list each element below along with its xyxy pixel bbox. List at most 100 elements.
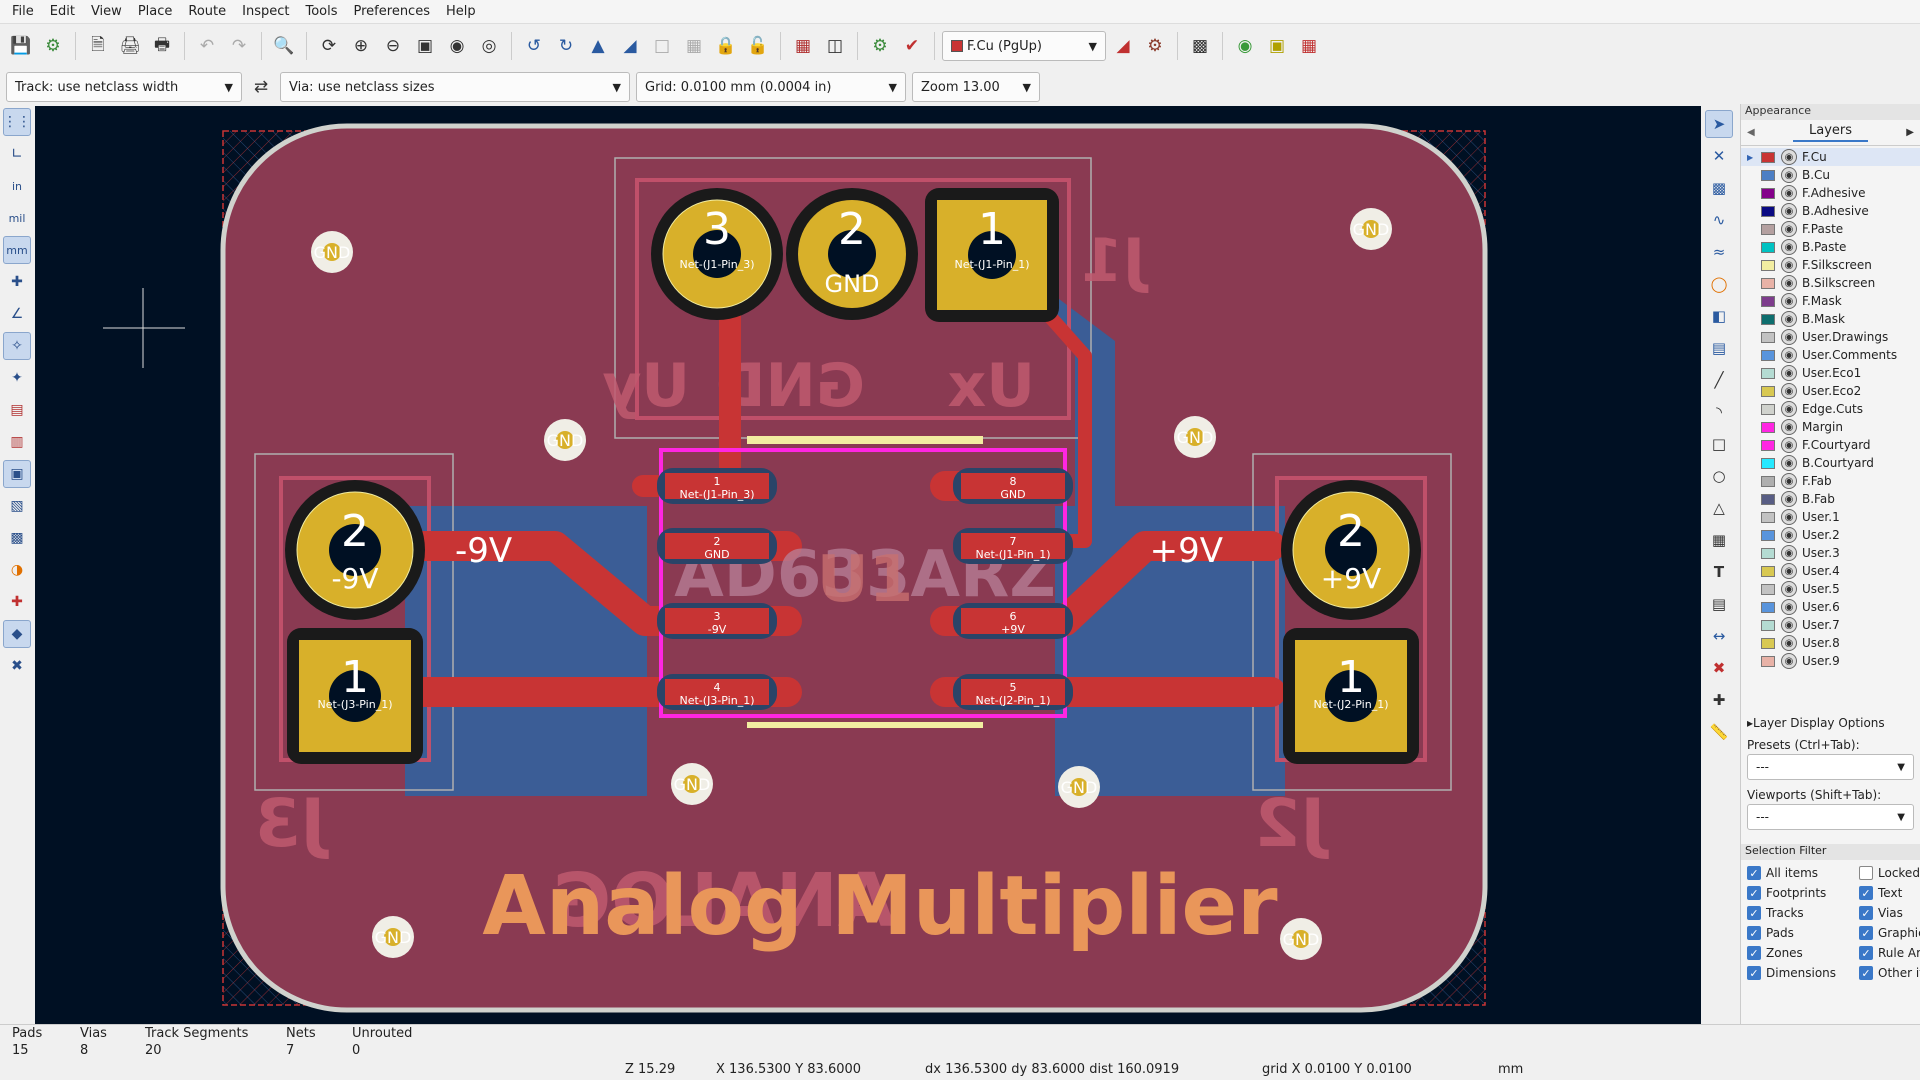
layer-row[interactable]: ◉ User.6	[1741, 598, 1920, 616]
layer-select[interactable]: F.Cu (PgUp) ▼	[942, 31, 1106, 61]
layer-row[interactable]: ◉ User.8	[1741, 634, 1920, 652]
filter-checkbox[interactable]: ✓ Other it	[1859, 964, 1920, 982]
draw-polygon-icon[interactable]: △	[1705, 494, 1733, 522]
menu-inspect[interactable]: Inspect	[234, 4, 297, 19]
plot-icon[interactable]: 🖶	[147, 31, 177, 61]
layer-row[interactable]: ◉ B.Paste	[1741, 238, 1920, 256]
route-track-icon[interactable]: ∿	[1705, 206, 1733, 234]
filter-checkbox[interactable]: ✓ Footprints	[1747, 884, 1859, 902]
net-color-icon[interactable]: ✚	[3, 588, 31, 616]
layer-color-swatch[interactable]	[1761, 349, 1775, 361]
pad-display-icon[interactable]: ▣	[3, 460, 31, 488]
layer-color-swatch[interactable]	[1761, 169, 1775, 181]
draw-arc-icon[interactable]: ◝	[1705, 398, 1733, 426]
track-width-select[interactable]: Track: use netclass width ▼	[6, 72, 242, 102]
visibility-eye-icon[interactable]: ◉	[1781, 149, 1797, 165]
select-arrow-icon[interactable]: ➤	[1705, 110, 1733, 138]
zone-outline-icon[interactable]: ▥	[3, 428, 31, 456]
units-mil-button[interactable]: mil	[3, 204, 31, 232]
lock-icon[interactable]: 🔒	[711, 31, 741, 61]
visibility-eye-icon[interactable]: ◉	[1781, 545, 1797, 561]
layer-color-swatch[interactable]	[1761, 511, 1775, 523]
unlock-icon[interactable]: 🔓	[743, 31, 773, 61]
checkbox-icon[interactable]: ✓	[1747, 946, 1761, 960]
menu-file[interactable]: File	[4, 4, 42, 19]
auto-width-icon[interactable]: ⇄	[248, 72, 274, 102]
visibility-eye-icon[interactable]: ◉	[1781, 455, 1797, 471]
visibility-eye-icon[interactable]: ◉	[1781, 383, 1797, 399]
layer-display-options[interactable]: ▸Layer Display Options	[1741, 712, 1920, 734]
via-size-select[interactable]: Via: use netclass sizes ▼	[280, 72, 630, 102]
rotate-ccw-icon[interactable]: ↺	[519, 31, 549, 61]
layer-row[interactable]: ◉ User.4	[1741, 562, 1920, 580]
tune-length-icon[interactable]: ≈	[1705, 238, 1733, 266]
layer-color-swatch[interactable]	[1761, 439, 1775, 451]
layer-color-swatch[interactable]	[1761, 241, 1775, 253]
add-image-icon[interactable]: ▦	[1705, 526, 1733, 554]
layer-color-swatch[interactable]	[1761, 187, 1775, 199]
add-zone-icon[interactable]: ◧	[1705, 302, 1733, 330]
visibility-eye-icon[interactable]: ◉	[1781, 599, 1797, 615]
grid-select[interactable]: Grid: 0.0100 mm (0.0004 in) ▼	[636, 72, 906, 102]
draw-rectangle-icon[interactable]: □	[1705, 430, 1733, 458]
angle-constraint-icon[interactable]: ∠	[3, 300, 31, 328]
measure-icon[interactable]: 📏	[1705, 718, 1733, 746]
layer-color-swatch[interactable]	[1761, 277, 1775, 289]
layer-color-swatch[interactable]	[1761, 151, 1775, 163]
filter-checkbox[interactable]: ✓ Text	[1859, 884, 1920, 902]
checkbox-icon[interactable]: ✓	[1747, 966, 1761, 980]
visibility-eye-icon[interactable]: ◉	[1781, 329, 1797, 345]
menu-tools[interactable]: Tools	[297, 4, 345, 19]
layer-row[interactable]: ◉ User.Eco1	[1741, 364, 1920, 382]
board-setup-icon[interactable]: ⚙	[38, 31, 68, 61]
menu-route[interactable]: Route	[180, 4, 234, 19]
layer-row[interactable]: ◉ F.Mask	[1741, 292, 1920, 310]
ungroup-icon[interactable]: ▦	[679, 31, 709, 61]
layer-color-swatch[interactable]	[1761, 421, 1775, 433]
visibility-eye-icon[interactable]: ◉	[1781, 347, 1797, 363]
checkbox-icon[interactable]: ✓	[1859, 966, 1873, 980]
layer-row[interactable]: ◉ B.Silkscreen	[1741, 274, 1920, 292]
netlist-icon[interactable]: ▦	[788, 31, 818, 61]
tab-left-arrow-icon[interactable]: ◀	[1747, 127, 1755, 138]
layer-color-swatch[interactable]	[1761, 367, 1775, 379]
layer-color-swatch[interactable]	[1761, 259, 1775, 271]
visibility-eye-icon[interactable]: ◉	[1781, 365, 1797, 381]
draw-line-icon[interactable]: ╱	[1705, 366, 1733, 394]
layer-color-swatch[interactable]	[1761, 331, 1775, 343]
visibility-eye-icon[interactable]: ◉	[1781, 185, 1797, 201]
undo-icon[interactable]: ↶	[192, 31, 222, 61]
plugin-a-icon[interactable]: ◉	[1230, 31, 1260, 61]
pcb-canvas[interactable]: J1 Ux GND Uy J3 J2 ANALOG AD633ARZ U1 1N…	[35, 106, 1701, 1024]
via-display-icon[interactable]: ▧	[3, 492, 31, 520]
draw-circle-icon[interactable]: ○	[1705, 462, 1733, 490]
layer-row[interactable]: ◉ User.Comments	[1741, 346, 1920, 364]
layer-color-swatch[interactable]	[1761, 313, 1775, 325]
layer-row[interactable]: ◉ B.Fab	[1741, 490, 1920, 508]
zoom-in-icon[interactable]: ⊕	[346, 31, 376, 61]
visibility-eye-icon[interactable]: ◉	[1781, 203, 1797, 219]
drc-icon[interactable]: ✔	[897, 31, 927, 61]
checkbox-icon[interactable]: ✓	[1747, 906, 1761, 920]
flip-icon[interactable]: ▲	[583, 31, 613, 61]
redo-icon[interactable]: ↷	[224, 31, 254, 61]
visibility-eye-icon[interactable]: ◉	[1781, 617, 1797, 633]
refresh-icon[interactable]: ⟳	[314, 31, 344, 61]
presets-select[interactable]: --- ▼	[1747, 754, 1914, 780]
zoom-fit-icon[interactable]: ▣	[410, 31, 440, 61]
layer-color-swatch[interactable]	[1761, 385, 1775, 397]
checkbox-icon[interactable]: ✓	[1859, 906, 1873, 920]
add-dimension-icon[interactable]: ↔	[1705, 622, 1733, 650]
rule-area-icon[interactable]: ▤	[1705, 334, 1733, 362]
menu-help[interactable]: Help	[438, 4, 484, 19]
mirror-icon[interactable]: ◢	[615, 31, 645, 61]
units-inch-button[interactable]: in	[3, 172, 31, 200]
layer-color-swatch[interactable]	[1761, 547, 1775, 559]
layer-row[interactable]: ◉ B.Cu	[1741, 166, 1920, 184]
layer-row[interactable]: ◉ Edge.Cuts	[1741, 400, 1920, 418]
layer-color-swatch[interactable]	[1761, 457, 1775, 469]
layer-color-swatch[interactable]	[1761, 205, 1775, 217]
grid-origin-icon[interactable]: ✚	[1705, 686, 1733, 714]
checkbox-icon[interactable]: ✓	[1747, 926, 1761, 940]
filter-checkbox[interactable]: ✓ All items	[1747, 864, 1859, 882]
